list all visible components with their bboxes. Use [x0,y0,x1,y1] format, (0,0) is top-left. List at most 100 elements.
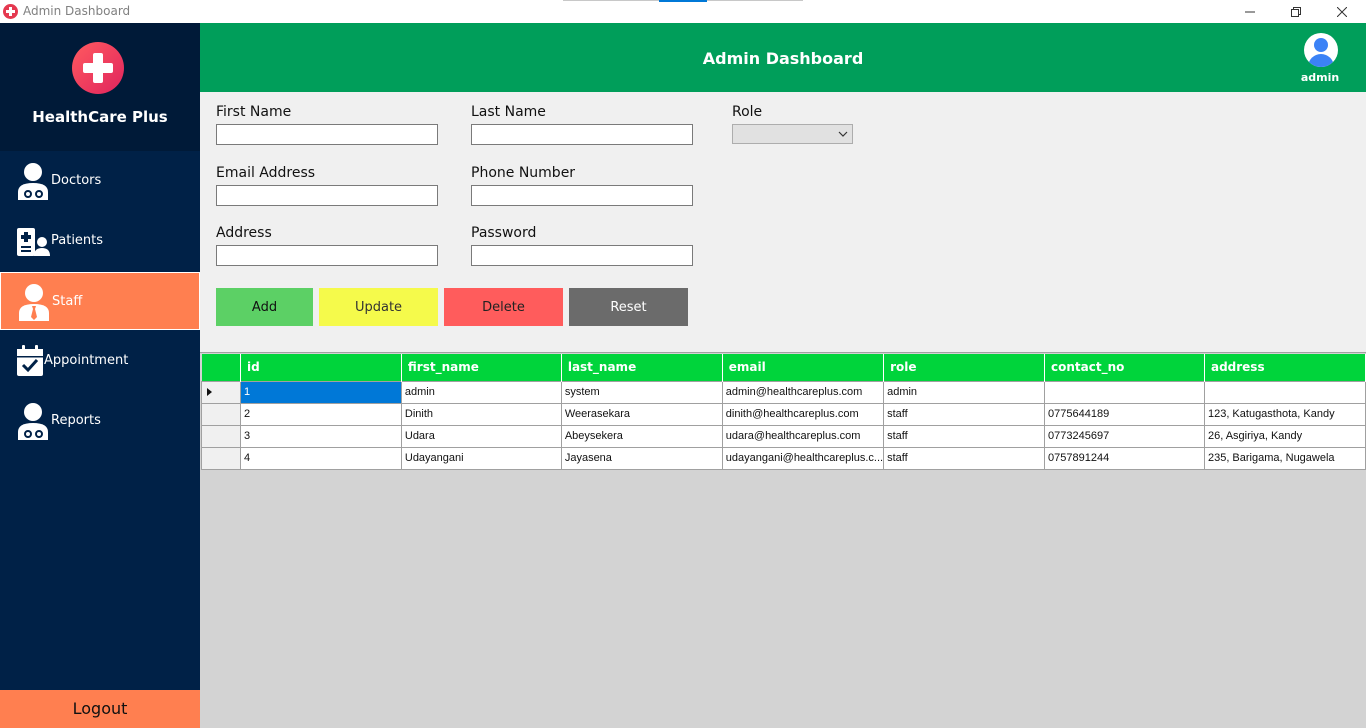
logout-button[interactable]: Logout [0,690,200,728]
sidebar-item-label: Doctors [51,173,102,188]
table-cell[interactable]: Udayangani [400,446,562,470]
add-button[interactable]: Add [216,288,313,326]
email-label: Email Address [216,165,316,181]
table-cell[interactable]: 4 [239,446,402,470]
table-row[interactable]: 4 Udayangani Jayasena udayangani@healthc… [201,446,1366,470]
table-row[interactable]: 3 Udara Abeysekera udara@healthcareplus.… [201,424,1366,448]
table-cell[interactable] [1203,380,1366,404]
app-icon [3,4,18,19]
table-cell[interactable]: Dinith [400,402,562,426]
table-cell[interactable]: admin [883,380,1046,404]
table-cell[interactable]: 0773245697 [1044,424,1205,448]
last-name-input[interactable] [471,124,693,145]
brand-name: HealthCare Plus [32,108,168,126]
sidebar-item-staff[interactable]: Staff [0,272,200,330]
column-header-role[interactable]: role [883,354,1046,381]
role-select[interactable] [732,124,853,144]
row-header[interactable] [201,380,241,404]
table-cell[interactable]: admin@healthcareplus.com [721,380,885,404]
reset-button[interactable]: Reset [569,288,688,326]
sidebar-item-appointment[interactable]: Appointment [0,332,200,390]
table-cell[interactable]: system [560,380,723,404]
titlebar-divider [707,0,803,1]
sidebar-item-reports[interactable]: Reports [0,392,200,450]
page-title: Admin Dashboard [702,49,864,68]
table-cell[interactable]: 0757891244 [1044,446,1205,470]
address-input[interactable] [216,245,438,266]
table-cell[interactable]: 0775644189 [1044,402,1205,426]
user-avatar-icon[interactable] [1304,33,1338,67]
table-cell[interactable]: staff [883,446,1046,470]
titlebar-divider [563,0,659,1]
table-cell[interactable]: staff [883,424,1046,448]
table-cell[interactable]: admin [400,380,562,404]
table-cell[interactable]: udara@healthcareplus.com [721,424,885,448]
window-title: Admin Dashboard [23,4,131,18]
first-name-label: First Name [216,104,292,120]
close-icon [1337,6,1347,17]
staff-table: id first_name last_name email role conta… [201,354,1366,470]
table-cell[interactable]: Abeysekera [560,424,723,448]
sidebar-item-label: Staff [52,294,83,309]
column-header-id[interactable]: id [240,354,402,381]
window-titlebar: Admin Dashboard [0,0,1366,23]
table-cell[interactable]: Weerasekara [560,402,723,426]
row-header-corner [201,354,241,381]
table-cell[interactable]: 123, Katugasthota, Kandy [1203,402,1366,426]
column-header-first-name[interactable]: first_name [401,354,562,381]
column-header-contact-no[interactable]: contact_no [1044,354,1205,381]
table-header-row: id first_name last_name email role conta… [201,354,1366,381]
table-cell[interactable]: 235, Barigama, Nugawela [1203,446,1366,470]
minimize-button[interactable] [1227,0,1273,23]
column-header-address[interactable]: address [1204,354,1366,381]
chevron-down-icon [838,131,848,137]
sidebar-item-label: Reports [51,413,101,428]
restore-button[interactable] [1273,0,1319,23]
sidebar-item-label: Patients [51,233,104,248]
table-row[interactable]: 1 admin system admin@healthcareplus.com … [201,380,1366,404]
table-cell[interactable]: Udara [400,424,562,448]
email-input[interactable] [216,185,438,206]
close-button[interactable] [1319,0,1365,23]
table-cell[interactable]: 2 [239,402,402,426]
column-header-last-name[interactable]: last_name [561,354,723,381]
password-input[interactable] [471,245,693,266]
phone-label: Phone Number [471,165,576,181]
sidebar: HealthCare Plus Doctors Patients Staff A… [0,23,200,728]
header: Admin Dashboard admin [200,23,1366,92]
last-name-label: Last Name [471,104,546,120]
current-row-arrow-icon [207,387,212,396]
table-cell[interactable]: 26, Asgiriya, Kandy [1203,424,1366,448]
password-label: Password [471,225,537,241]
sidebar-item-label: Appointment [44,353,129,368]
user-name: admin [1300,71,1340,84]
role-label: Role [732,104,763,120]
staff-data-grid[interactable]: id first_name last_name email role conta… [200,352,1366,728]
row-header[interactable] [201,446,241,470]
restore-icon [1291,6,1301,17]
table-cell[interactable]: 3 [239,424,402,448]
medical-cross-logo-icon [72,42,124,94]
patients-icon [17,228,50,256]
table-row[interactable]: 2 Dinith Weerasekara dinith@healthcarepl… [201,402,1366,426]
minimize-icon [1245,11,1255,12]
column-header-email[interactable]: email [722,354,885,381]
sidebar-item-patients[interactable]: Patients [0,212,200,270]
address-label: Address [216,225,272,241]
table-cell[interactable]: udayangani@healthcareplus.c... [721,446,885,470]
table-cell[interactable]: staff [883,402,1046,426]
row-header[interactable] [201,402,241,426]
first-name-input[interactable] [216,124,438,145]
update-button[interactable]: Update [319,288,438,326]
table-cell[interactable]: Jayasena [560,446,723,470]
reports-icon [18,403,48,440]
staff-icon [19,284,49,321]
table-cell[interactable] [1044,380,1205,404]
table-cell[interactable]: 1 [239,380,402,404]
brand: HealthCare Plus [0,23,200,151]
sidebar-item-doctors[interactable]: Doctors [0,152,200,210]
phone-input[interactable] [471,185,693,206]
delete-button[interactable]: Delete [444,288,563,326]
table-cell[interactable]: dinith@healthcareplus.com [721,402,885,426]
row-header[interactable] [201,424,241,448]
